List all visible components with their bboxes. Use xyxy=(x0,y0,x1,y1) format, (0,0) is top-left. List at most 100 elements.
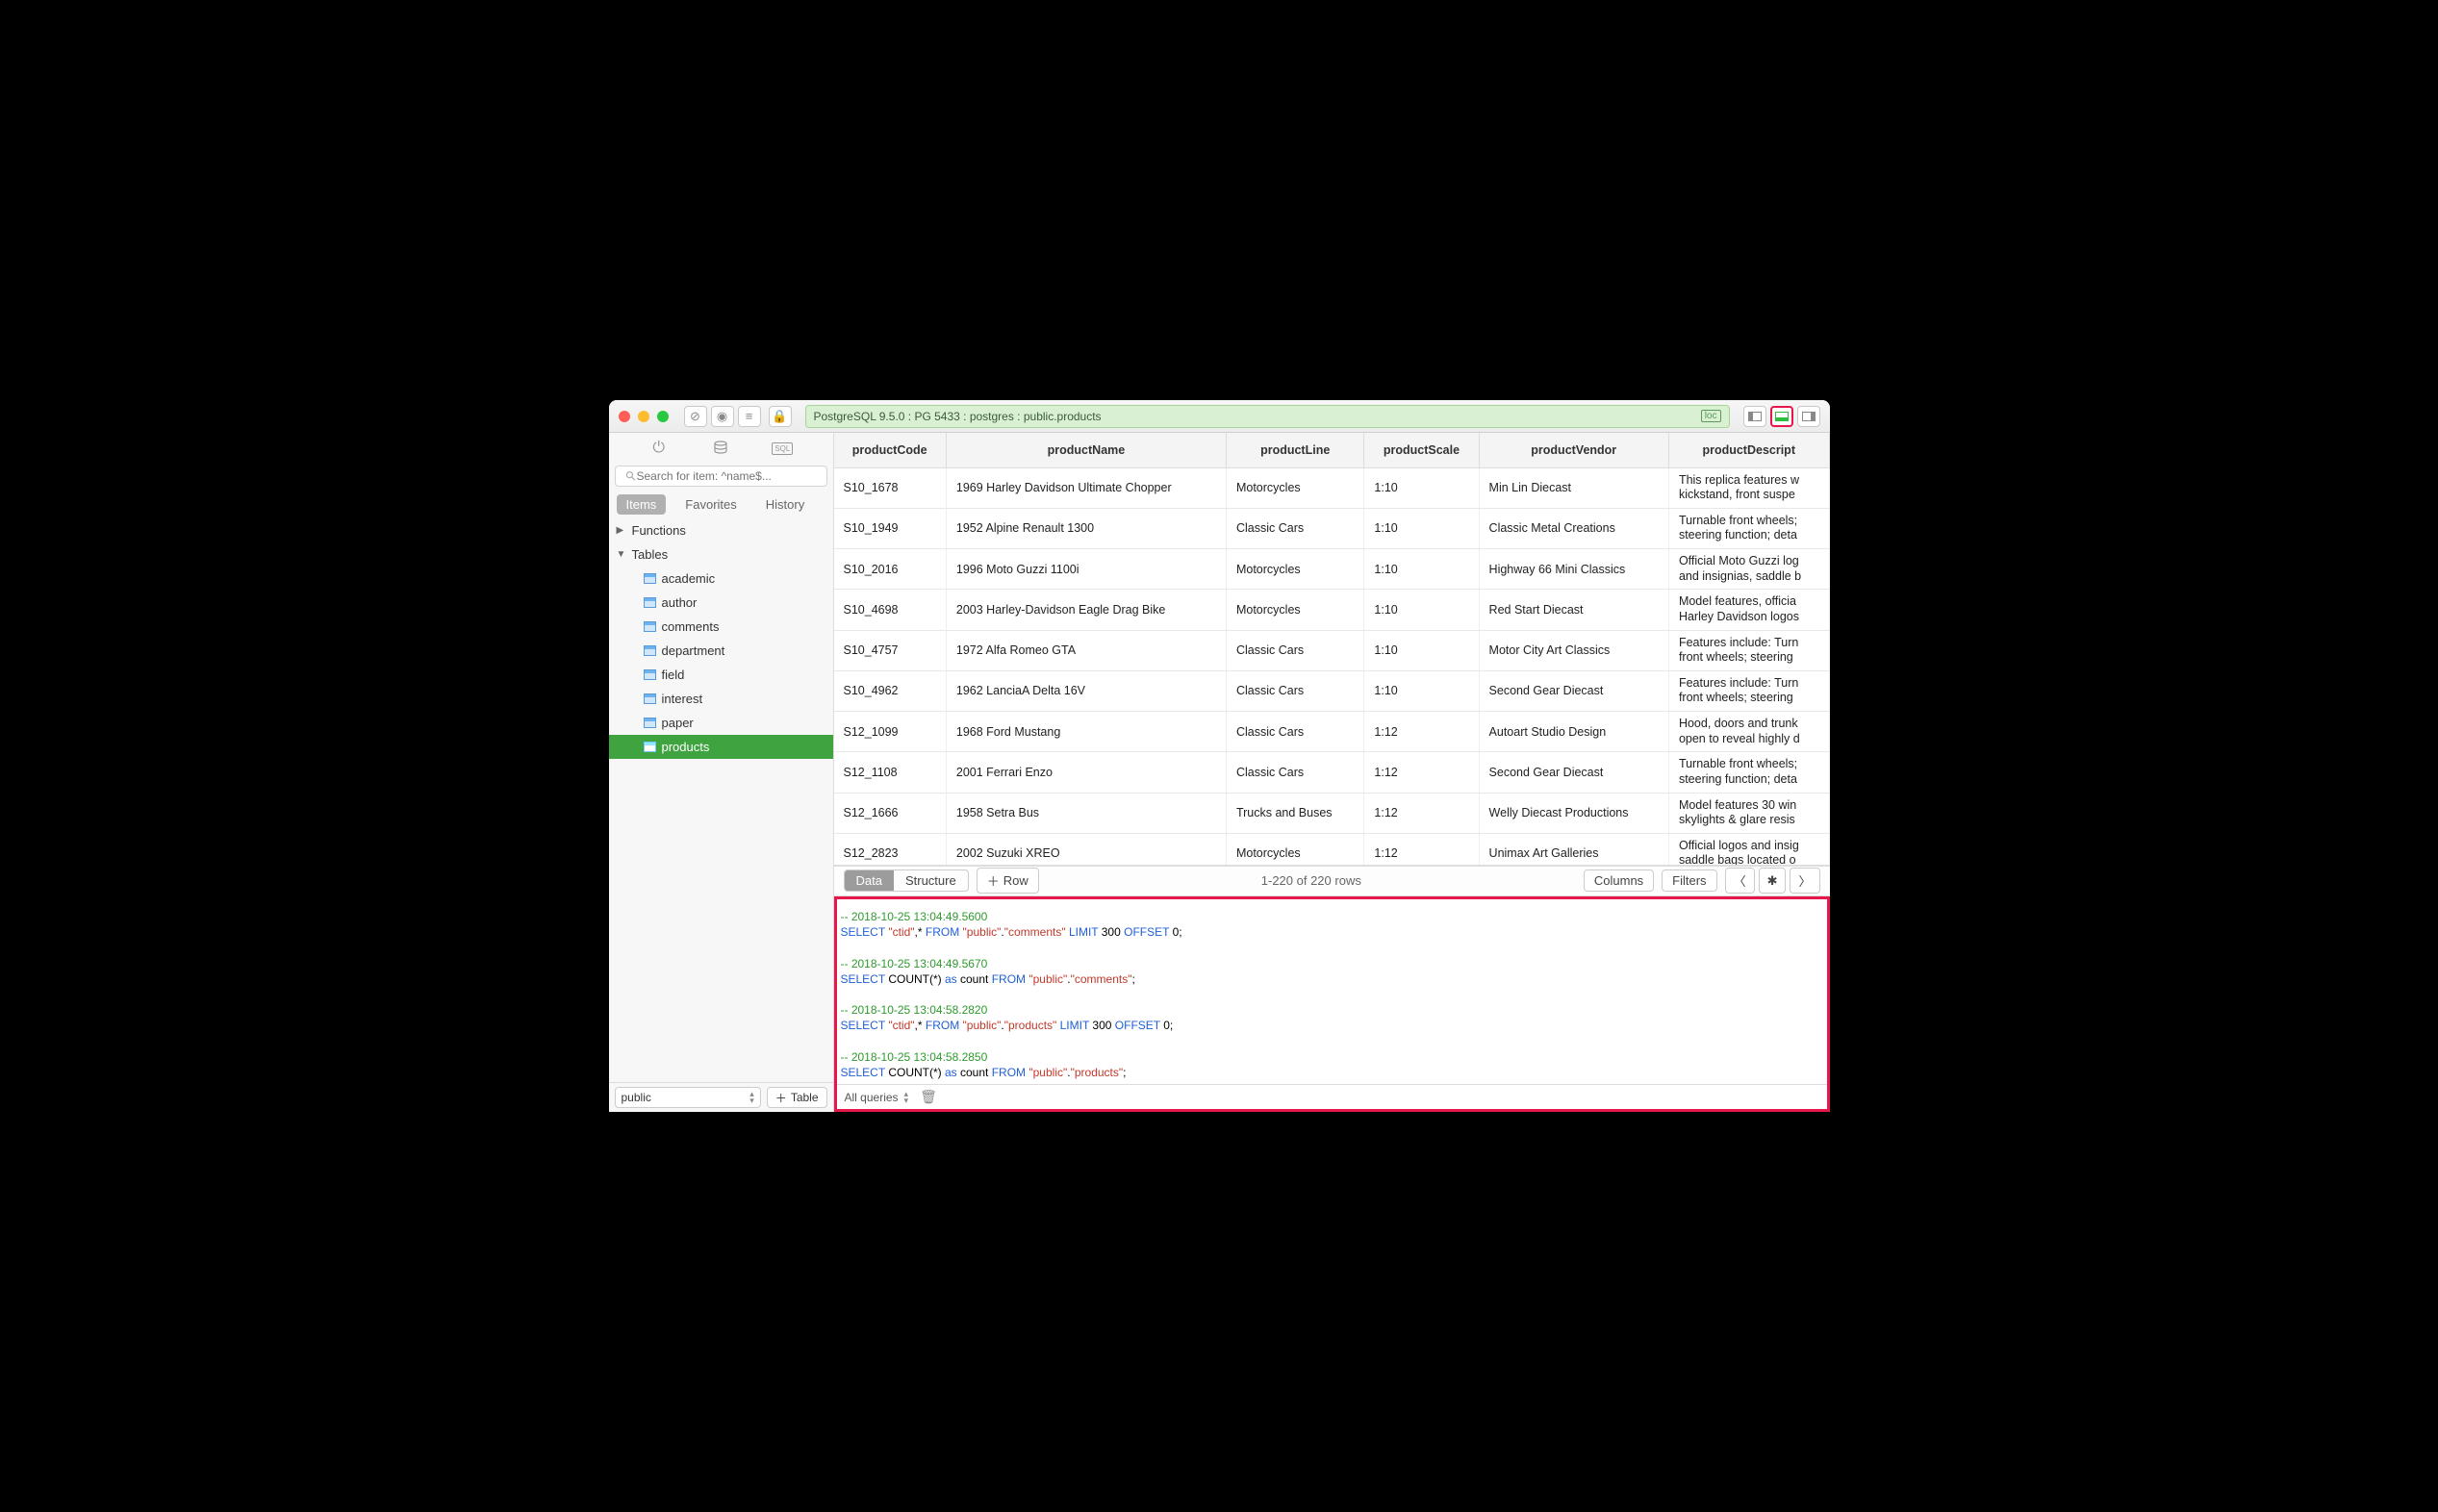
cell[interactable]: Second Gear Diecast xyxy=(1479,670,1668,711)
cell[interactable]: Model features 30 win skylights & glare … xyxy=(1668,793,1829,833)
tab-history[interactable]: History xyxy=(756,494,814,515)
cell[interactable]: Classic Cars xyxy=(1226,670,1363,711)
cell[interactable]: Motorcycles xyxy=(1226,590,1363,630)
cell[interactable]: S10_4757 xyxy=(834,630,947,670)
search-input[interactable] xyxy=(615,466,827,487)
settings-button[interactable]: ✱ xyxy=(1759,868,1787,894)
cell[interactable]: 1:10 xyxy=(1364,549,1479,590)
cell[interactable]: Trucks and Buses xyxy=(1226,793,1363,833)
close-window-button[interactable] xyxy=(619,411,630,422)
cell[interactable]: Turnable front wheels; steering function… xyxy=(1668,508,1829,548)
table-row[interactable]: S10_19491952 Alpine Renault 1300Classic … xyxy=(834,508,1830,548)
table-row[interactable]: S10_16781969 Harley Davidson Ultimate Ch… xyxy=(834,467,1830,508)
preview-button[interactable]: ◉ xyxy=(711,406,734,427)
data-grid[interactable]: productCodeproductNameproductLineproduct… xyxy=(834,433,1830,866)
cell[interactable]: Official Moto Guzzi log and insignias, s… xyxy=(1668,549,1829,590)
tree-functions[interactable]: ▶Functions xyxy=(609,518,833,542)
cell[interactable]: Features include: Turn front wheels; ste… xyxy=(1668,670,1829,711)
table-row[interactable]: S10_20161996 Moto Guzzi 1100iMotorcycles… xyxy=(834,549,1830,590)
cell[interactable]: Hood, doors and trunk open to reveal hig… xyxy=(1668,712,1829,752)
table-row[interactable]: S12_10991968 Ford MustangClassic Cars1:1… xyxy=(834,712,1830,752)
sidebar-table-academic[interactable]: academic xyxy=(609,567,833,591)
lock-button[interactable]: 🔒 xyxy=(769,406,792,427)
schema-selector[interactable]: public▴▾ xyxy=(615,1087,761,1108)
cell[interactable]: 1:12 xyxy=(1364,712,1479,752)
sidebar-table-field[interactable]: field xyxy=(609,663,833,687)
sidebar-table-interest[interactable]: interest xyxy=(609,687,833,711)
column-header[interactable]: productScale xyxy=(1364,433,1479,467)
cell[interactable]: 1:10 xyxy=(1364,508,1479,548)
query-log[interactable]: -- 2018-10-25 13:04:49.5600 SELECT "ctid… xyxy=(837,899,1827,1084)
columns-button[interactable]: Columns xyxy=(1584,869,1654,892)
cell[interactable]: This replica features w kickstand, front… xyxy=(1668,467,1829,508)
column-header[interactable]: productLine xyxy=(1226,433,1363,467)
minimize-window-button[interactable] xyxy=(638,411,649,422)
toggle-left-panel-button[interactable] xyxy=(1743,406,1766,427)
cell[interactable]: 1962 LanciaA Delta 16V xyxy=(946,670,1226,711)
next-page-button[interactable]: 〉 xyxy=(1790,868,1819,894)
cell[interactable]: 2003 Harley-Davidson Eagle Drag Bike xyxy=(946,590,1226,630)
cell[interactable]: 1:12 xyxy=(1364,752,1479,793)
stop-button[interactable]: ⊘ xyxy=(684,406,707,427)
log-filter-selector[interactable]: All queries▴▾ xyxy=(845,1091,909,1104)
table-row[interactable]: S12_28232002 Suzuki XREOMotorcycles1:12U… xyxy=(834,833,1830,866)
table-row[interactable]: S12_16661958 Setra BusTrucks and Buses1:… xyxy=(834,793,1830,833)
cell[interactable]: S12_1099 xyxy=(834,712,947,752)
power-icon[interactable]: ⏻ xyxy=(649,439,669,458)
filters-button[interactable]: Filters xyxy=(1662,869,1716,892)
cell[interactable]: 2001 Ferrari Enzo xyxy=(946,752,1226,793)
cell[interactable]: Turnable front wheels; steering function… xyxy=(1668,752,1829,793)
cell[interactable]: S10_4698 xyxy=(834,590,947,630)
table-row[interactable]: S10_47571972 Alfa Romeo GTAClassic Cars1… xyxy=(834,630,1830,670)
structure-tab[interactable]: Structure xyxy=(894,870,968,891)
tree-tables[interactable]: ▼Tables xyxy=(609,542,833,567)
clear-log-button[interactable]: 🗑 xyxy=(920,1089,937,1105)
cell[interactable]: 1952 Alpine Renault 1300 xyxy=(946,508,1226,548)
cell[interactable]: Welly Diecast Productions xyxy=(1479,793,1668,833)
cell[interactable]: Highway 66 Mini Classics xyxy=(1479,549,1668,590)
connection-breadcrumb[interactable]: PostgreSQL 9.5.0 : PG 5433 : postgres : … xyxy=(805,405,1730,428)
cell[interactable]: S10_4962 xyxy=(834,670,947,711)
cell[interactable]: Motor City Art Classics xyxy=(1479,630,1668,670)
cell[interactable]: Red Start Diecast xyxy=(1479,590,1668,630)
sidebar-table-products[interactable]: products xyxy=(609,735,833,759)
cell[interactable]: Second Gear Diecast xyxy=(1479,752,1668,793)
column-header[interactable]: productName xyxy=(946,433,1226,467)
sidebar-table-comments[interactable]: comments xyxy=(609,615,833,639)
sidebar-table-department[interactable]: department xyxy=(609,639,833,663)
cell[interactable]: Motorcycles xyxy=(1226,467,1363,508)
column-header[interactable]: productVendor xyxy=(1479,433,1668,467)
sidebar-table-paper[interactable]: paper xyxy=(609,711,833,735)
cell[interactable]: 1968 Ford Mustang xyxy=(946,712,1226,752)
cell[interactable]: 1:10 xyxy=(1364,467,1479,508)
tab-favorites[interactable]: Favorites xyxy=(675,494,746,515)
cell[interactable]: Classic Metal Creations xyxy=(1479,508,1668,548)
cell[interactable]: 1:10 xyxy=(1364,670,1479,711)
cell[interactable]: Classic Cars xyxy=(1226,712,1363,752)
toggle-right-panel-button[interactable] xyxy=(1797,406,1820,427)
cell[interactable]: S10_1678 xyxy=(834,467,947,508)
cell[interactable]: S12_1108 xyxy=(834,752,947,793)
cell[interactable]: Features include: Turn front wheels; ste… xyxy=(1668,630,1829,670)
cell[interactable]: S10_2016 xyxy=(834,549,947,590)
database-icon[interactable] xyxy=(711,439,730,458)
cell[interactable]: 1:12 xyxy=(1364,793,1479,833)
cell[interactable]: 1972 Alfa Romeo GTA xyxy=(946,630,1226,670)
list-button[interactable]: ≡ xyxy=(738,406,761,427)
cell[interactable]: 1:10 xyxy=(1364,590,1479,630)
cell[interactable]: Motorcycles xyxy=(1226,549,1363,590)
add-table-button[interactable]: ＋Table xyxy=(767,1087,827,1108)
cell[interactable]: Classic Cars xyxy=(1226,508,1363,548)
cell[interactable]: 1958 Setra Bus xyxy=(946,793,1226,833)
table-row[interactable]: S10_49621962 LanciaA Delta 16VClassic Ca… xyxy=(834,670,1830,711)
cell[interactable]: Motorcycles xyxy=(1226,833,1363,866)
cell[interactable]: 1:12 xyxy=(1364,833,1479,866)
column-header[interactable]: productDescript xyxy=(1668,433,1829,467)
sidebar-table-author[interactable]: author xyxy=(609,591,833,615)
cell[interactable]: Unimax Art Galleries xyxy=(1479,833,1668,866)
sql-icon[interactable]: SQL xyxy=(773,439,792,458)
tab-items[interactable]: Items xyxy=(617,494,667,515)
table-row[interactable]: S12_11082001 Ferrari EnzoClassic Cars1:1… xyxy=(834,752,1830,793)
cell[interactable]: S12_2823 xyxy=(834,833,947,866)
cell[interactable]: Autoart Studio Design xyxy=(1479,712,1668,752)
